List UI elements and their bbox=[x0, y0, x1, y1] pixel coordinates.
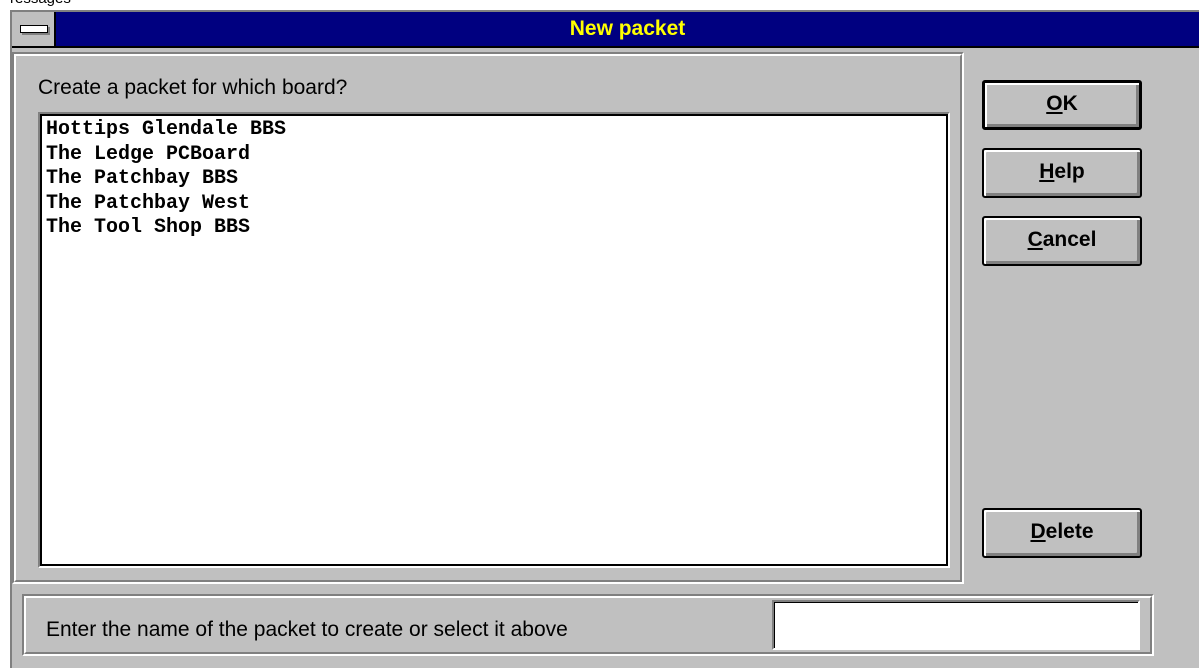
help-button-label: elp bbox=[1054, 160, 1085, 183]
board-list-item[interactable]: The Tool Shop BBS bbox=[42, 216, 946, 241]
board-list-items: Hottips Glendale BBS The Ledge PCBoard The… bbox=[40, 114, 948, 566]
board-list-item[interactable]: The Patchbay West bbox=[42, 192, 946, 217]
delete-button[interactable]: Delete bbox=[982, 508, 1142, 558]
system-menu-icon[interactable] bbox=[12, 12, 56, 46]
ok-button-mnemonic: O bbox=[1046, 92, 1063, 115]
board-prompt-label: Create a packet for which board? bbox=[38, 76, 348, 99]
board-listbox[interactable]: Hottips Glendale BBS The Ledge PCBoard The… bbox=[38, 112, 950, 568]
packet-name-label: Enter the name of the packet to create o… bbox=[46, 618, 568, 641]
board-list-item[interactable]: The Ledge PCBoard bbox=[42, 143, 946, 168]
title-bar[interactable]: New packet bbox=[12, 12, 1199, 48]
delete-button-label: elete bbox=[1045, 520, 1094, 543]
background-window-text: ressages bbox=[10, 0, 71, 7]
board-list-item[interactable]: Hottips Glendale BBS bbox=[42, 118, 946, 143]
help-button-mnemonic: H bbox=[1039, 160, 1055, 183]
cancel-button[interactable]: Cancel bbox=[982, 216, 1142, 266]
ok-button-label: K bbox=[1062, 92, 1078, 115]
ok-button[interactable]: OK bbox=[982, 80, 1142, 130]
help-button[interactable]: Help bbox=[982, 148, 1142, 198]
dialog-title: New packet bbox=[569, 17, 686, 40]
system-menu-bar bbox=[20, 25, 48, 33]
cancel-button-mnemonic: C bbox=[1027, 228, 1043, 251]
board-list-item[interactable]: The Patchbay BBS bbox=[42, 167, 946, 192]
packet-name-input[interactable] bbox=[772, 600, 1140, 650]
delete-button-mnemonic: D bbox=[1030, 520, 1046, 543]
cancel-button-label: ancel bbox=[1042, 228, 1097, 251]
